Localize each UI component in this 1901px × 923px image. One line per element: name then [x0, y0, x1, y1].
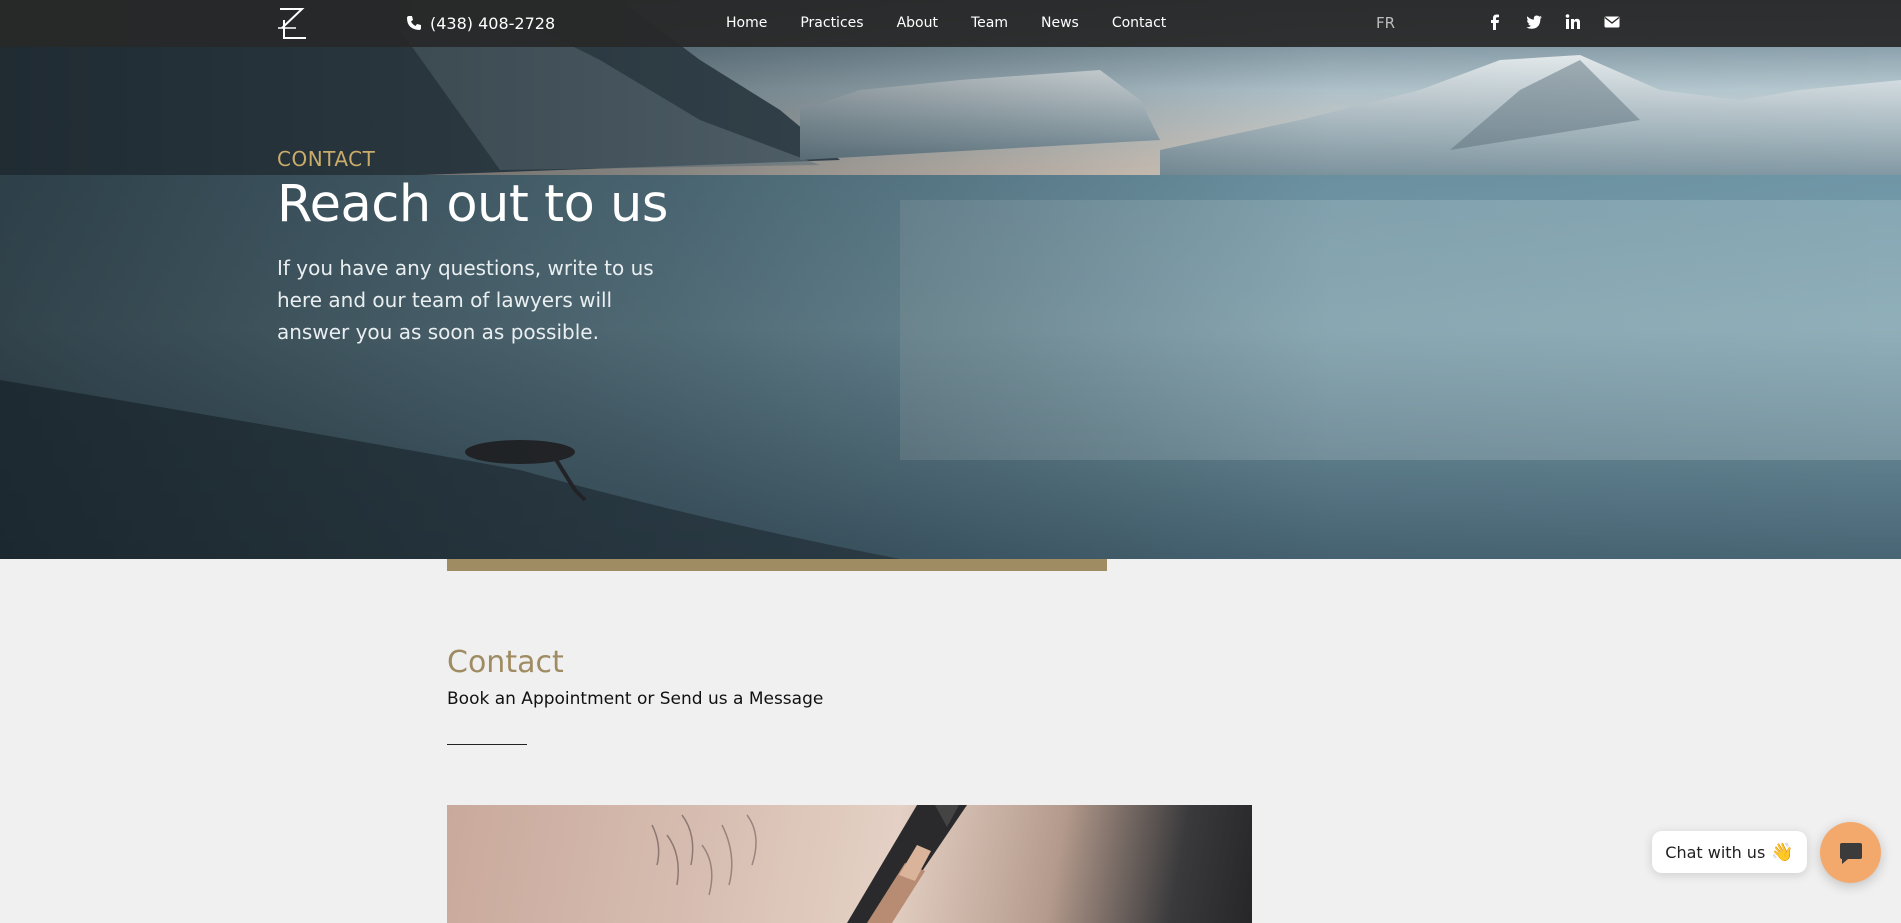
top-navbar: (438) 408-2728 Home Practices About Team…: [0, 0, 1901, 47]
letter-pen-image: [447, 805, 1252, 923]
linkedin-icon[interactable]: [1564, 13, 1582, 31]
hero-content: CONTACT Reach out to us If you have any …: [277, 146, 677, 348]
social-links: [1486, 13, 1621, 31]
accent-bar: [447, 559, 1107, 571]
facebook-icon[interactable]: [1486, 13, 1504, 31]
pen-illustration: [651, 805, 967, 923]
contact-subheading: Book an Appointment or Send us a Message: [447, 689, 824, 709]
nav-contact[interactable]: Contact: [1112, 12, 1166, 34]
hero-title: Reach out to us: [277, 175, 668, 234]
nav-news[interactable]: News: [1041, 12, 1079, 34]
wave-emoji-icon: 👋: [1771, 841, 1794, 863]
hero-eyebrow: CONTACT: [277, 147, 376, 171]
section-divider: [447, 744, 527, 745]
chat-bubble-icon: [1839, 842, 1862, 864]
nav-about[interactable]: About: [897, 12, 938, 34]
nav-team[interactable]: Team: [971, 12, 1008, 34]
hero-description: If you have any questions, write to us h…: [277, 256, 654, 344]
envelope-icon[interactable]: [1603, 13, 1621, 31]
main-nav: Home Practices About Team News Contact: [726, 12, 1199, 34]
phone-icon: [407, 16, 421, 30]
nav-practices[interactable]: Practices: [800, 12, 863, 34]
phone-number: (438) 408-2728: [430, 13, 556, 33]
chat-open-button[interactable]: [1820, 822, 1881, 883]
nav-home[interactable]: Home: [726, 12, 767, 34]
chat-prompt[interactable]: Chat with us 👋: [1652, 831, 1807, 873]
logo[interactable]: [276, 6, 308, 42]
chat-label: Chat with us: [1665, 842, 1766, 862]
logo-icon: [278, 8, 306, 39]
language-switch[interactable]: FR: [1376, 13, 1395, 33]
contact-heading: Contact: [447, 645, 564, 680]
phone-link[interactable]: (438) 408-2728: [406, 12, 555, 34]
twitter-icon[interactable]: [1525, 13, 1543, 31]
contact-section: Contact Book an Appointment or Send us a…: [447, 643, 823, 745]
